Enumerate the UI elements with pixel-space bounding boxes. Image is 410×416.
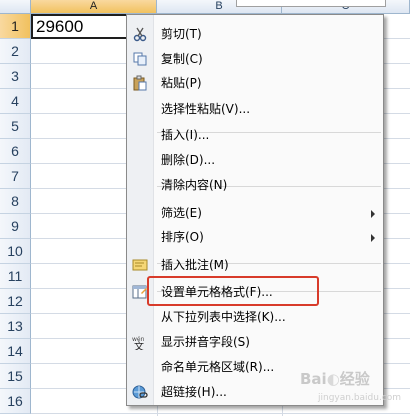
row-header-9[interactable]: 9 [0,214,31,239]
select-all-corner[interactable] [0,0,31,14]
svg-text:文: 文 [134,340,144,350]
phonetic-icon: wén 文 [132,334,148,353]
menu-item-label: 命名单元格区域(R)... [161,360,275,374]
row-header-4[interactable]: 4 [0,89,31,114]
menu-item-label: 筛选(E) [161,206,202,220]
row-header-5[interactable]: 5 [0,114,31,139]
row-header-14[interactable]: 14 [0,339,31,364]
menu-item-8[interactable]: 排序(O) [127,225,383,249]
menu-item-12[interactable]: wén 文显示拼音字段(S) [127,330,383,354]
menu-item-label: 粘贴(P) [161,76,202,90]
row-header-7[interactable]: 7 [0,164,31,189]
copy-icon [132,51,148,67]
row-header-6[interactable]: 6 [0,139,31,164]
menu-item-label: 排序(O) [161,230,204,244]
popup-edge [236,0,386,7]
watermark-url: jingyan.baidu.com [318,393,402,403]
row-header-1[interactable]: 1 [0,14,31,39]
menu-item-label: 删除(D)... [161,153,216,167]
menu-item-label: 插入(I)... [161,128,210,142]
menu-item-0[interactable]: 剪切(T) [127,22,383,46]
row-header-10[interactable]: 10 [0,239,31,264]
row-header-8[interactable]: 8 [0,189,31,214]
menu-item-label: 插入批注(M) [161,258,229,272]
menu-item-label: 从下拉列表中选择(K)... [161,310,286,324]
menu-item-2[interactable]: 粘贴(P) [127,71,383,95]
menu-item-11[interactable]: 从下拉列表中选择(K)... [127,305,383,329]
highlight-annotation [147,276,319,306]
context-menu: 剪切(T) 复制(C) 粘贴(P) 选择性粘贴(V)... 插入(I)... 删除(D).… [126,14,384,406]
row-header-13[interactable]: 13 [0,314,31,339]
hyperlink-icon [132,384,148,400]
format-cells-icon [132,284,148,300]
row-header-12[interactable]: 12 [0,289,31,314]
menu-item-9[interactable]: 插入批注(M) [127,253,383,277]
row-header-11[interactable]: 11 [0,264,31,289]
menu-item-label: 剪切(T) [161,27,202,41]
grid-line [31,413,410,414]
menu-item-label: 复制(C) [161,52,203,66]
menu-item-6[interactable]: 清除内容(N) [127,173,383,197]
submenu-arrow-icon [371,234,375,242]
row-header-3[interactable]: 3 [0,64,31,89]
menu-item-3[interactable]: 选择性粘贴(V)... [127,97,383,121]
submenu-arrow-icon [371,210,375,218]
comment-icon [132,257,148,273]
row-header-16[interactable]: 16 [0,389,31,414]
scissors-icon [132,26,148,42]
menu-item-label: 清除内容(N) [161,178,228,192]
menu-item-1[interactable]: 复制(C) [127,47,383,71]
menu-item-5[interactable]: 删除(D)... [127,148,383,172]
menu-item-label: 显示拼音字段(S) [161,335,250,349]
paste-icon [132,75,148,91]
row-header-15[interactable]: 15 [0,364,31,389]
column-header-a[interactable]: A [31,0,157,14]
row-header-2[interactable]: 2 [0,39,31,64]
watermark-logo: Bai◐经验 [300,370,370,388]
menu-item-label: 超链接(H)... [161,385,227,399]
menu-item-7[interactable]: 筛选(E) [127,201,383,225]
menu-item-4[interactable]: 插入(I)... [127,123,383,147]
menu-item-label: 选择性粘贴(V)... [161,102,251,116]
